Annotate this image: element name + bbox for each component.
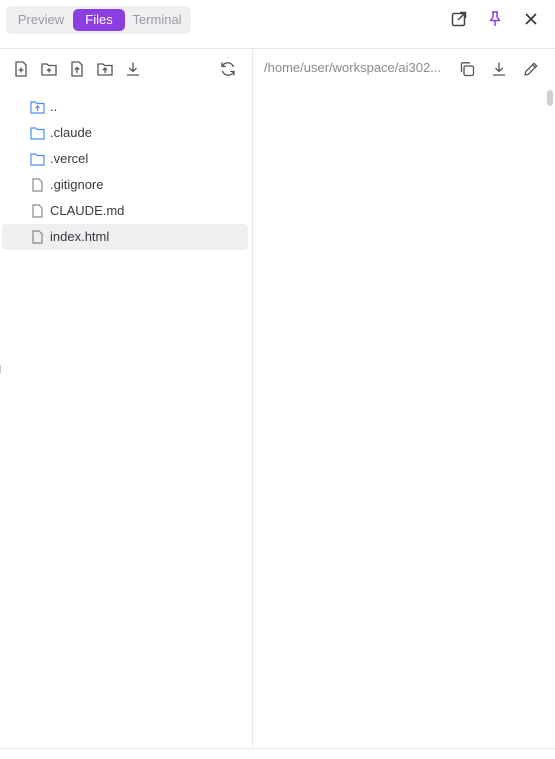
tree-item-claude-folder[interactable]: .claude [2,120,248,146]
tree-item-parent[interactable]: .. [2,94,248,120]
folder-icon [30,152,45,166]
tree-item-label: index.html [50,229,110,244]
tree-item-vercel-folder[interactable]: .vercel [2,146,248,172]
new-file-icon[interactable] [12,60,30,78]
upload-file-icon[interactable] [68,60,86,78]
file-explorer: .. .claude .vercel .gitignore CLAUDE.md [0,49,252,749]
download-icon[interactable] [124,60,142,78]
code-content[interactable] [253,93,549,733]
file-toolbar [0,49,252,89]
view-tabs: Preview Files Terminal [6,6,191,34]
file-icon [30,204,45,218]
tab-preview[interactable]: Preview [10,9,72,31]
file-path: /home/user/workspace/ai302... [264,60,442,75]
new-folder-icon[interactable] [40,60,58,78]
tree-item-label: .gitignore [50,177,104,192]
pin-icon[interactable] [486,10,506,30]
file-tree: .. .claude .vercel .gitignore CLAUDE.md [0,94,252,250]
tree-item-label: .. [50,99,58,114]
edit-icon[interactable] [522,60,540,78]
tab-terminal[interactable]: Terminal [126,9,188,31]
tree-item-index-html[interactable]: index.html [2,224,248,250]
tree-item-claude-md[interactable]: CLAUDE.md [2,198,248,224]
tree-item-label: CLAUDE.md [50,203,125,218]
editor-header: /home/user/workspace/ai302... [253,49,555,89]
external-link-icon[interactable] [450,10,470,30]
tree-item-label: .vercel [50,151,89,166]
file-icon [30,230,45,244]
bottom-divider [0,748,555,749]
tree-item-label: .claude [50,125,92,140]
left-resize-handle[interactable] [0,365,1,373]
download-icon[interactable] [490,60,508,78]
top-bar: Preview Files Terminal [0,0,555,40]
tab-files[interactable]: Files [73,9,125,31]
editor-scrollbar[interactable] [547,90,553,106]
copy-icon[interactable] [458,60,476,78]
folder-up-icon [30,100,45,114]
close-icon[interactable] [522,10,542,30]
code-editor: /home/user/workspace/ai302... [253,49,555,749]
file-icon [30,178,45,192]
upload-folder-icon[interactable] [96,60,114,78]
tree-item-gitignore[interactable]: .gitignore [2,172,248,198]
refresh-icon[interactable] [219,60,237,78]
folder-icon [30,126,45,140]
